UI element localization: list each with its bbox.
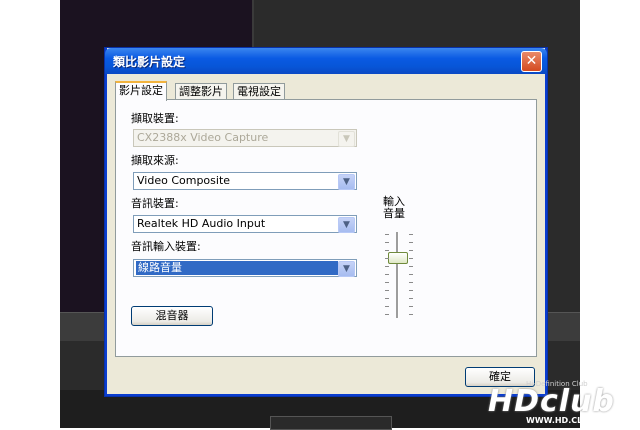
slider-tick <box>409 306 413 307</box>
slider-tick <box>385 290 389 291</box>
video-settings-panel: 擷取裝置: CX2388x Video Capture ▼ 擷取來源: Vide… <box>115 99 537 357</box>
hdclub-watermark: HDclub Hi-Definition Club WWW.HD.CLUB.TW <box>486 378 638 428</box>
slider-tick <box>385 298 389 299</box>
dialog-title: 類比影片設定 <box>113 55 186 69</box>
slider-tick <box>385 306 389 307</box>
tab-adjust-video[interactable]: 調整影片 <box>175 83 227 99</box>
dialog-titlebar[interactable]: 類比影片設定 ✕ <box>105 48 547 74</box>
slider-tick <box>409 298 413 299</box>
chevron-down-icon[interactable]: ▼ <box>338 261 355 277</box>
slider-tick <box>385 314 389 315</box>
slider-track <box>396 232 399 318</box>
audio-input-device-select[interactable]: 線路音量 ▼ <box>133 259 357 277</box>
input-volume-label-line2: 音量 <box>383 207 405 220</box>
watermark-tagline: Hi-Definition Club <box>526 380 588 388</box>
audio-input-device-label: 音訊輸入裝置: <box>131 240 201 253</box>
slider-tick <box>409 314 413 315</box>
close-button[interactable]: ✕ <box>521 51 542 72</box>
audio-input-device-value: 線路音量 <box>136 261 338 275</box>
audio-device-value: Realtek HD Audio Input <box>137 217 266 230</box>
capture-source-select[interactable]: Video Composite ▼ <box>133 172 357 190</box>
slider-tick <box>409 242 413 243</box>
watermark-url: WWW.HD.CLUB.TW <box>526 416 612 425</box>
slider-tick <box>385 266 389 267</box>
slider-tick <box>409 274 413 275</box>
capture-source-label: 擷取來源: <box>131 154 179 167</box>
slider-tick <box>385 282 389 283</box>
chevron-down-icon[interactable]: ▼ <box>338 217 355 233</box>
audio-device-select[interactable]: Realtek HD Audio Input ▼ <box>133 215 357 233</box>
close-icon: ✕ <box>525 53 538 69</box>
watermark-logo: HDclub <box>488 384 615 419</box>
tab-tv-settings[interactable]: 電視設定 <box>233 83 285 99</box>
tab-video-settings[interactable]: 影片設定 <box>115 81 167 101</box>
slider-tick <box>385 274 389 275</box>
chevron-down-icon[interactable]: ▼ <box>338 174 355 190</box>
slider-thumb[interactable] <box>388 252 408 264</box>
slider-tick <box>409 234 413 235</box>
slider-tick <box>385 242 389 243</box>
slider-tick <box>385 258 389 259</box>
capture-device-select: CX2388x Video Capture ▼ <box>133 129 357 147</box>
slider-tick <box>409 250 413 251</box>
capture-device-label: 擷取裝置: <box>131 112 179 125</box>
slider-tick <box>385 234 389 235</box>
slider-tick <box>409 258 413 259</box>
capture-source-value: Video Composite <box>137 174 231 187</box>
slider-tick <box>409 290 413 291</box>
mixer-button[interactable]: 混音器 <box>131 306 213 326</box>
chevron-down-icon: ▼ <box>338 131 355 147</box>
slider-tick <box>409 266 413 267</box>
analog-video-settings-dialog: 類比影片設定 ✕ 影片設定 調整影片 電視設定 擷取裝置: CX2388x Vi… <box>105 48 547 396</box>
input-volume-slider[interactable] <box>382 230 416 320</box>
audio-device-label: 音訊裝置: <box>131 197 179 210</box>
capture-device-value: CX2388x Video Capture <box>137 131 269 144</box>
slider-tick <box>385 250 389 251</box>
slider-tick <box>409 282 413 283</box>
